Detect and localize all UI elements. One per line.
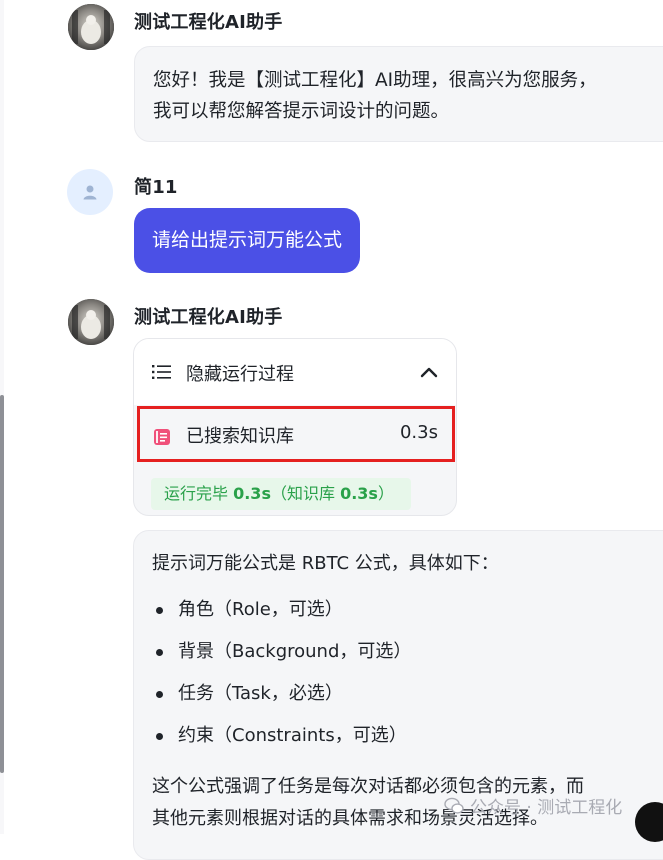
user-icon <box>83 185 97 200</box>
status-prefix: 运行完毕 <box>164 484 234 503</box>
knowledge-search-time: 0.3s <box>399 422 438 443</box>
knowledge-search-step: 已搜索知识库 0.3s <box>137 406 455 462</box>
list-item: 约束（Constraints，可选） <box>152 721 411 763</box>
bot-greeting-bubble: 您好！我是【测试工程化】AI助理，很高兴为您服务， 我可以帮您解答提示词设计的问… <box>134 46 663 142</box>
list-item: 背景（Background，可选） <box>152 637 411 679</box>
bot-sender-name-2: 测试工程化AI助手 <box>134 307 283 328</box>
list-icon <box>152 365 171 379</box>
process-toggle-label: 隐藏运行过程 <box>186 364 294 385</box>
formula-list: 角色（Role，可选） 背景（Background，可选） 任务（Task，必选… <box>152 595 411 763</box>
run-status-badge: 运行完毕 0.3s（知识库 0.3s） <box>151 478 411 510</box>
user-avatar <box>67 169 113 215</box>
book-icon <box>154 429 170 445</box>
process-toggle-header[interactable]: 隐藏运行过程 <box>134 339 456 405</box>
user-message-bubble: 请给出提示词万能公式 <box>134 208 361 273</box>
status-close: ） <box>377 484 394 503</box>
list-item: 任务（Task，必选） <box>152 679 411 721</box>
bot-avatar <box>68 4 114 50</box>
answer-intro: 提示词万能公式是 RBTC 公式，具体如下： <box>152 553 499 574</box>
greeting-line-2: 我可以帮您解答提示词设计的问题。 <box>153 101 450 122</box>
user-sender-name: 简11 <box>134 177 178 198</box>
bot-sender-name: 测试工程化AI助手 <box>134 12 283 33</box>
chevron-up-icon[interactable] <box>420 366 438 378</box>
wechat-icon <box>444 797 464 814</box>
status-open: （知识库 <box>270 484 341 503</box>
greeting-line-1: 您好！我是【测试工程化】AI助理，很高兴为您服务， <box>153 70 597 91</box>
status-kb-time: 0.3s <box>340 484 378 503</box>
scrollbar-thumb[interactable] <box>0 395 4 773</box>
list-item: 角色（Role，可选） <box>152 595 411 637</box>
watermark-text: 公众号 · 测试工程化 <box>470 798 623 818</box>
status-total-time: 0.3s <box>233 484 271 503</box>
watermark: 公众号 · 测试工程化 <box>444 793 622 818</box>
bot-avatar-2 <box>68 299 114 345</box>
knowledge-search-label: 已搜索知识库 <box>186 426 294 447</box>
